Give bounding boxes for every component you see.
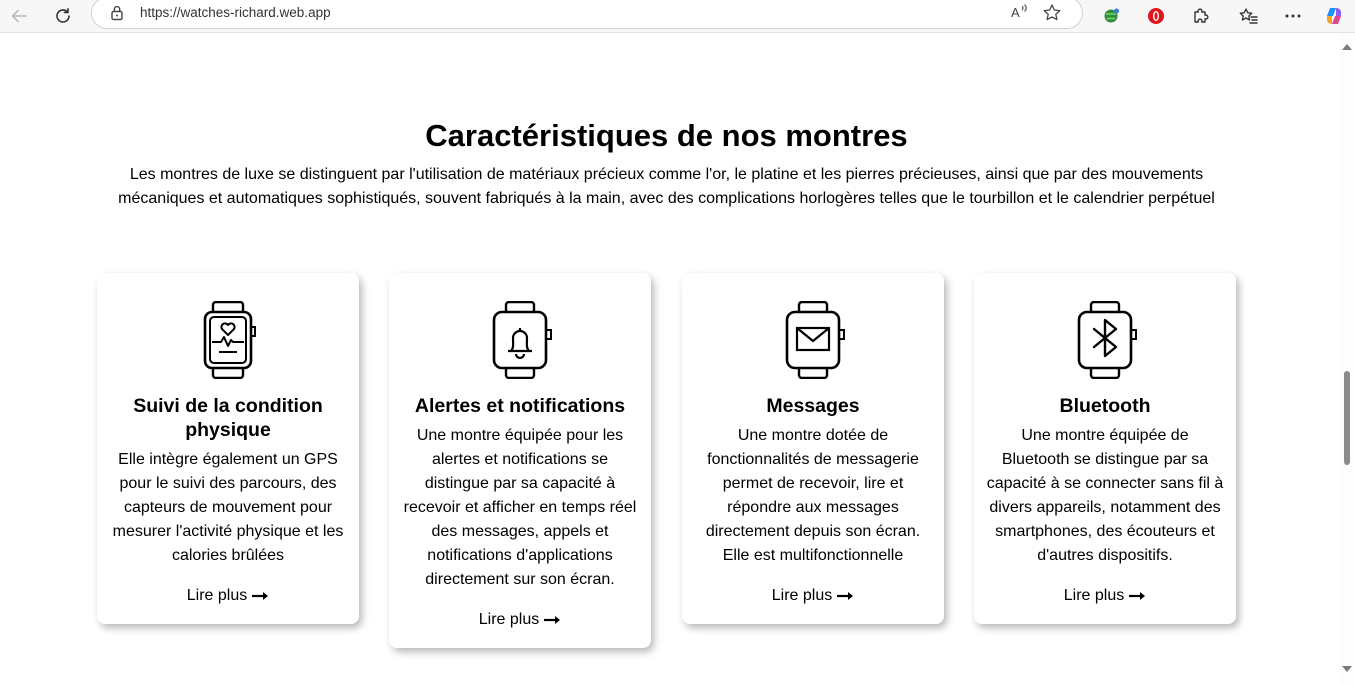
copilot-button[interactable] — [1320, 2, 1348, 30]
page-scrollbar[interactable] — [1339, 33, 1355, 685]
star-favorite-icon[interactable] — [1042, 3, 1062, 28]
feature-card-fitness: Suivi de la condition physique Elle intè… — [97, 273, 359, 624]
card-text: Elle intègre également un GPS pour le su… — [112, 451, 344, 564]
url-text[interactable]: https://watches-richard.web.app — [140, 5, 331, 20]
extension-globe-button[interactable] — [1098, 2, 1126, 30]
feature-card-notifications: Alertes et notifications Une montre équi… — [389, 273, 651, 648]
read-more-label[interactable]: Lire plus — [1064, 584, 1124, 608]
arrow-right-icon[interactable] — [1129, 591, 1146, 601]
svg-text:A: A — [1011, 5, 1020, 20]
arrow-right-icon[interactable] — [544, 615, 561, 625]
read-more-link[interactable]: Lire plus — [389, 608, 651, 632]
more-dots-icon — [1285, 14, 1301, 18]
more-menu-button[interactable] — [1279, 2, 1307, 30]
read-more-link[interactable]: Lire plus — [97, 584, 359, 608]
card-text: Une montre équipée pour les alertes et n… — [403, 427, 637, 588]
card-text: Une montre équipée de Bluetooth se disti… — [986, 427, 1224, 564]
puzzle-icon — [1194, 8, 1209, 23]
arrow-right-icon[interactable] — [252, 591, 269, 601]
read-aloud-icon[interactable]: A — [1010, 3, 1030, 26]
feature-card-messages: Messages Une montre dotée de fonctionnal… — [682, 273, 944, 624]
arrow-right-icon[interactable] — [837, 591, 854, 601]
smartwatch-heart-icon — [203, 301, 256, 379]
favorites-list-icon — [1239, 8, 1258, 24]
smartwatch-bluetooth-icon — [1077, 301, 1137, 379]
extension-globe-icon — [1104, 8, 1119, 23]
read-more-link[interactable]: Lire plus — [682, 584, 944, 608]
read-more-label[interactable]: Lire plus — [187, 584, 247, 608]
refresh-button[interactable] — [49, 2, 77, 30]
lock-icon[interactable] — [110, 5, 124, 26]
opera-extension-button[interactable] — [1142, 2, 1170, 30]
refresh-icon — [56, 8, 70, 23]
scroll-down-arrow-icon[interactable] — [1342, 666, 1352, 672]
back-arrow-icon — [11, 9, 27, 23]
read-more-label[interactable]: Lire plus — [772, 584, 832, 608]
opera-icon — [1148, 8, 1164, 24]
browser-toolbar: https://watches-richard.web.app A — [0, 0, 1355, 33]
scroll-up-arrow-icon[interactable] — [1342, 44, 1352, 50]
scroll-thumb[interactable] — [1344, 371, 1350, 465]
card-title: Alertes et notifications — [414, 395, 626, 417]
card-title: Bluetooth — [1059, 395, 1151, 417]
read-more-link[interactable]: Lire plus — [974, 584, 1236, 608]
smartwatch-bell-icon — [492, 301, 552, 379]
smartwatch-message-icon — [785, 301, 845, 379]
card-text: Une montre dotée de fonctionnalités de m… — [705, 427, 921, 564]
address-bar[interactable]: https://watches-richard.web.app A — [91, 0, 1083, 29]
back-button[interactable] — [5, 2, 33, 30]
card-title: Suivi de la condition physique — [133, 395, 323, 441]
extensions-button[interactable] — [1187, 2, 1215, 30]
favorites-button[interactable] — [1235, 2, 1263, 30]
feature-card-bluetooth: Bluetooth Une montre équipée de Bluetoot… — [974, 273, 1236, 624]
copilot-icon — [1327, 8, 1341, 24]
section-description: Les montres de luxe se distinguent par l… — [118, 166, 1215, 207]
card-title: Messages — [766, 395, 860, 417]
section-title: Caractéristiques de nos montres — [425, 118, 908, 153]
read-more-label[interactable]: Lire plus — [479, 608, 539, 632]
